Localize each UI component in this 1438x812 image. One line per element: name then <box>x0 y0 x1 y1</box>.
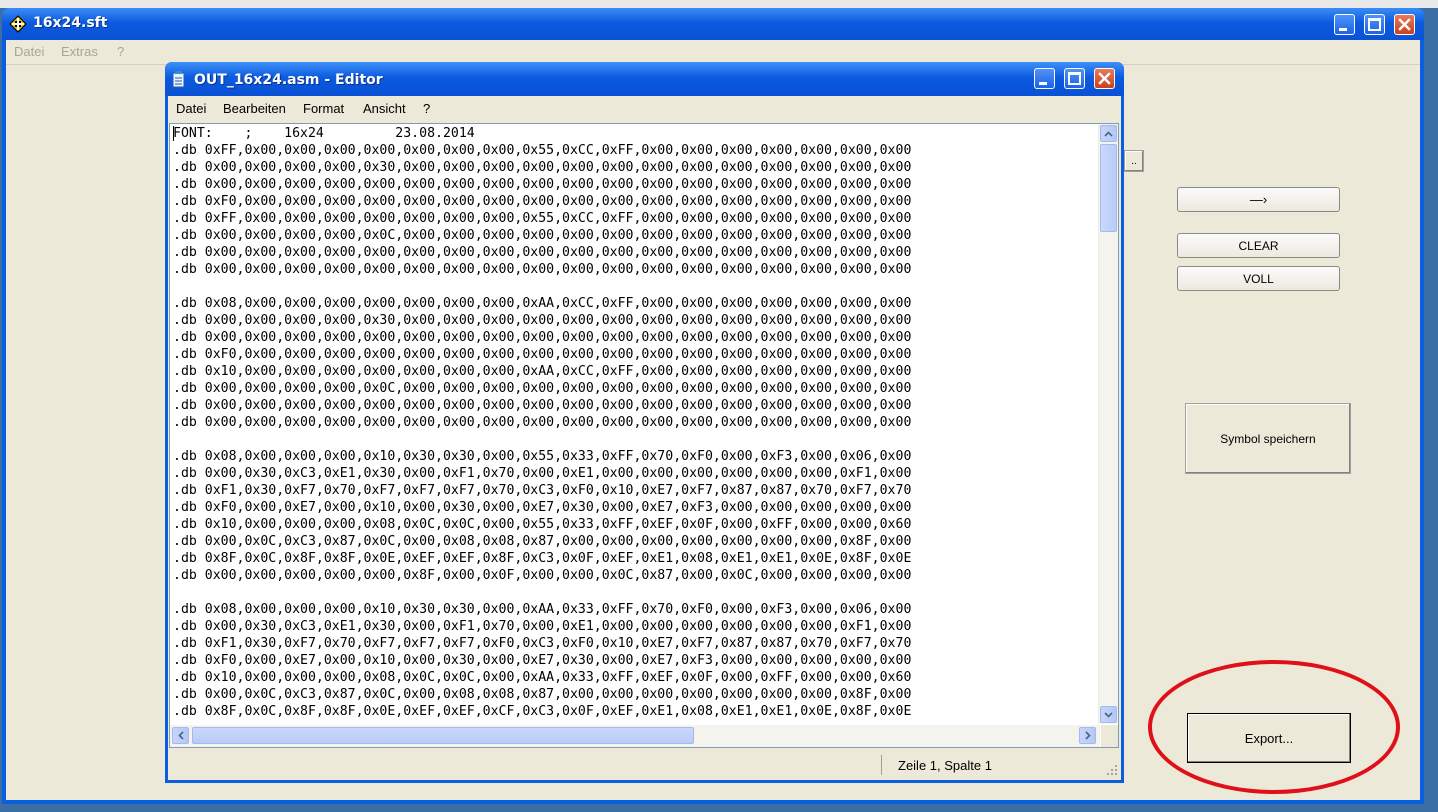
app-titlebar[interactable]: 16x24.sft <box>2 8 1424 40</box>
text-line: .db 0x8F,0x0C,0x8F,0x8F,0x0E,0xEF,0xEF,0… <box>173 551 912 566</box>
text-line: .db 0x00,0x00,0x00,0x00,0x0C,0x00,0x00,0… <box>173 228 912 243</box>
text-line: .db 0x00,0x00,0x00,0x00,0x0C,0x00,0x00,0… <box>173 381 912 396</box>
app-menubar: Datei Extras ? <box>6 40 1420 62</box>
text-line: .db 0x00,0x00,0x00,0x00,0x30,0x00,0x00,0… <box>173 313 912 328</box>
arrow-down-icon <box>1104 711 1113 718</box>
editor-client-area: Datei Bearbeiten Format Ansicht ? FONT: … <box>168 96 1121 780</box>
arrow-left-icon <box>177 731 184 740</box>
text-line: .db 0x00,0x30,0xC3,0xE1,0x30,0x00,0xF1,0… <box>173 466 912 481</box>
app-icon <box>9 15 27 33</box>
text-line: .db 0x10,0x00,0x00,0x00,0x00,0x00,0x00,0… <box>173 364 912 379</box>
voll-button[interactable]: VOLL <box>1177 266 1340 291</box>
arrow-up-icon <box>1104 130 1113 137</box>
vertical-scroll-thumb[interactable] <box>1100 144 1117 232</box>
text-line: .db 0xF1,0x30,0xF7,0x70,0xF7,0xF7,0xF7,0… <box>173 483 912 498</box>
text-line: .db 0x10,0x00,0x00,0x00,0x08,0x0C,0x0C,0… <box>173 517 912 532</box>
minimize-button[interactable] <box>1334 14 1355 35</box>
text-line <box>173 431 1098 448</box>
editor-statusbar: Zeile 1, Spalte 1 <box>168 751 1121 778</box>
maximize-icon <box>1068 72 1081 85</box>
text-line <box>173 278 1098 295</box>
maximize-icon <box>1368 18 1381 31</box>
text-line: .db 0x00,0x00,0x00,0x00,0x00,0x00,0x00,0… <box>173 415 912 430</box>
editor-maximize-button[interactable] <box>1064 68 1085 89</box>
editor-window: OUT_16x24.asm - Editor Datei Bearbeiten … <box>165 62 1124 783</box>
text-line: .db 0xF0,0x00,0x00,0x00,0x00,0x00,0x00,0… <box>173 347 912 362</box>
scroll-left-button[interactable] <box>172 727 189 744</box>
text-line: .db 0x08,0x00,0x00,0x00,0x00,0x00,0x00,0… <box>173 296 912 311</box>
close-icon <box>1398 18 1411 31</box>
text-line: .db 0x08,0x00,0x00,0x00,0x10,0x30,0x30,0… <box>173 602 912 617</box>
text-line: .db 0xFF,0x00,0x00,0x00,0x00,0x00,0x00,0… <box>173 211 912 226</box>
close-button[interactable] <box>1394 14 1415 35</box>
editor-minimize-button[interactable] <box>1034 68 1055 89</box>
editor-titlebar[interactable]: OUT_16x24.asm - Editor <box>165 62 1124 96</box>
editor-menu-format[interactable]: Format <box>303 101 344 116</box>
editor-menu-help[interactable]: ? <box>423 101 430 116</box>
menu-extras[interactable]: Extras <box>61 44 98 59</box>
text-line: .db 0x00,0x00,0x00,0x00,0x00,0x00,0x00,0… <box>173 262 912 277</box>
status-divider <box>881 755 882 775</box>
text-line: .db 0x00,0x30,0xC3,0xE1,0x30,0x00,0xF1,0… <box>173 619 912 634</box>
text-line: .db 0x10,0x00,0x00,0x00,0x08,0x0C,0x0C,0… <box>173 670 912 685</box>
editor-text-area[interactable]: FONT: ; 16x24 23.08.2014 .db 0xFF,0x00,0x… <box>169 123 1119 748</box>
text-caret <box>173 126 174 141</box>
browse-button[interactable]: .. <box>1124 150 1144 172</box>
text-line: .db 0xF1,0x30,0xF7,0x70,0xF7,0xF7,0xF7,0… <box>173 636 912 651</box>
minimize-icon <box>1339 28 1347 31</box>
editor-menubar: Datei Bearbeiten Format Ansicht ? <box>168 96 1121 122</box>
text-line: .db 0xF0,0x00,0x00,0x00,0x00,0x00,0x00,0… <box>173 194 912 209</box>
clear-button[interactable]: CLEAR <box>1177 233 1340 258</box>
text-line: .db 0x00,0x0C,0xC3,0x87,0x0C,0x00,0x08,0… <box>173 534 912 549</box>
editor-title: OUT_16x24.asm - Editor <box>194 72 383 88</box>
text-line: .db 0x00,0x00,0x00,0x00,0x00,0x8F,0x00,0… <box>173 568 912 583</box>
menu-help[interactable]: ? <box>117 44 124 59</box>
text-line: .db 0x00,0x00,0x00,0x00,0x30,0x00,0x00,0… <box>173 160 912 175</box>
app-title: 16x24.sft <box>33 15 108 31</box>
minimize-icon <box>1039 82 1047 85</box>
vertical-scrollbar[interactable] <box>1098 124 1118 724</box>
scroll-right-button[interactable] <box>1079 727 1096 744</box>
scroll-down-button[interactable] <box>1100 706 1117 723</box>
editor-menu-ansicht[interactable]: Ansicht <box>363 101 406 116</box>
notepad-icon <box>172 71 185 88</box>
text-line: .db 0xF0,0x00,0xE7,0x00,0x10,0x00,0x30,0… <box>173 500 912 515</box>
arrow-right-icon <box>1084 731 1091 740</box>
close-icon <box>1098 72 1111 85</box>
editor-text-content[interactable]: FONT: ; 16x24 23.08.2014 .db 0xFF,0x00,0x… <box>173 125 1098 723</box>
editor-menu-datei[interactable]: Datei <box>176 101 206 116</box>
text-line: .db 0xF0,0x00,0xE7,0x00,0x10,0x00,0x30,0… <box>173 653 912 668</box>
text-line <box>173 584 1098 601</box>
arrow-button[interactable]: —› <box>1177 187 1340 212</box>
background-window-strip <box>0 0 1438 8</box>
editor-menu-bearbeiten[interactable]: Bearbeiten <box>223 101 286 116</box>
text-line: .db 0x00,0x0C,0xC3,0x87,0x0C,0x00,0x08,0… <box>173 687 912 702</box>
text-line: .db 0x00,0x00,0x00,0x00,0x00,0x00,0x00,0… <box>173 330 912 345</box>
maximize-button[interactable] <box>1364 14 1385 35</box>
symbol-speichern-button[interactable]: Symbol speichern <box>1185 403 1351 474</box>
scroll-corner <box>1101 725 1118 747</box>
text-line: FONT: ; 16x24 23.08.2014 <box>173 126 475 141</box>
text-line: .db 0x00,0x00,0x00,0x00,0x00,0x00,0x00,0… <box>173 177 912 192</box>
text-line: .db 0xFF,0x00,0x00,0x00,0x00,0x00,0x00,0… <box>173 143 912 158</box>
scroll-up-button[interactable] <box>1100 125 1117 142</box>
text-line: .db 0x00,0x00,0x00,0x00,0x00,0x00,0x00,0… <box>173 245 912 260</box>
horizontal-scroll-thumb[interactable] <box>192 727 694 744</box>
text-line: .db 0x08,0x00,0x00,0x00,0x10,0x30,0x30,0… <box>173 449 912 464</box>
text-line: .db 0x8F,0x0C,0x8F,0x8F,0x0E,0xEF,0xEF,0… <box>173 704 912 719</box>
highlight-circle <box>1148 660 1400 794</box>
horizontal-scrollbar[interactable] <box>170 725 1100 747</box>
resize-grip-icon[interactable] <box>1106 764 1118 776</box>
cursor-position: Zeile 1, Spalte 1 <box>898 758 992 773</box>
text-line: .db 0x00,0x00,0x00,0x00,0x00,0x00,0x00,0… <box>173 398 912 413</box>
editor-close-button[interactable] <box>1094 68 1115 89</box>
menu-datei[interactable]: Datei <box>14 44 44 59</box>
